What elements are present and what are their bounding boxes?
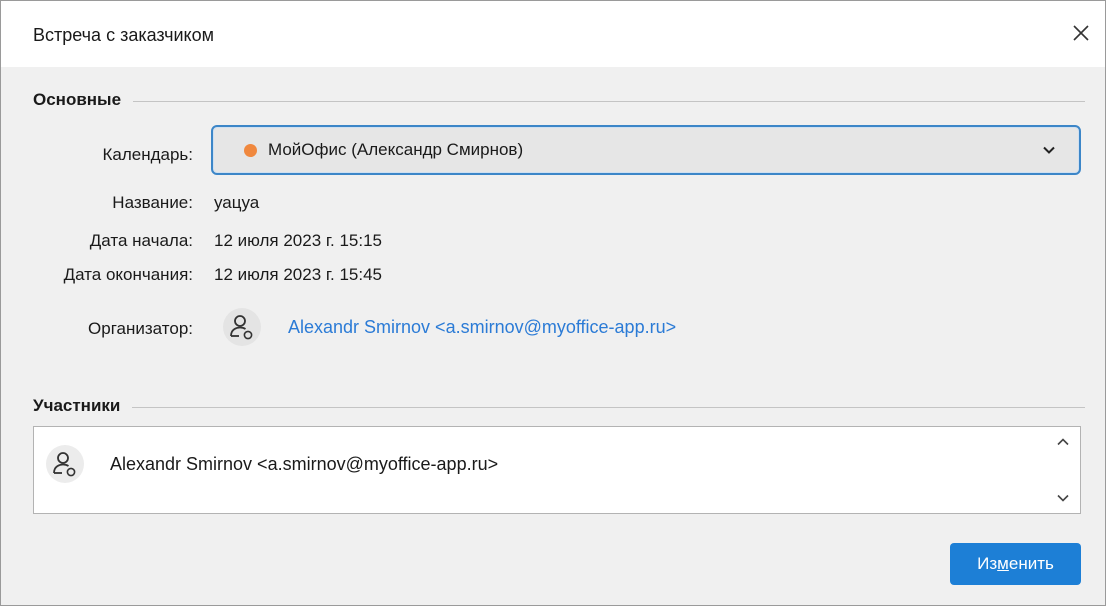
- section-divider: [33, 101, 1085, 102]
- edit-button[interactable]: Изменить: [950, 543, 1081, 585]
- name-label: Название:: [112, 193, 193, 212]
- participant-name: Alexandr Smirnov <a.smirnov@myoffice-app…: [110, 454, 499, 474]
- calendar-select[interactable]: МойОфис (Александр Смирнов): [211, 125, 1081, 175]
- close-button[interactable]: [1063, 15, 1099, 51]
- organizer-label: Организатор:: [88, 319, 193, 338]
- calendar-color-dot: [244, 144, 257, 157]
- chevron-up-icon: [1057, 438, 1069, 446]
- start-date-label: Дата начала:: [89, 231, 193, 250]
- user-settings-icon: [223, 308, 261, 346]
- section-participants-header: Участники: [33, 396, 1085, 420]
- section-divider: [33, 407, 1085, 408]
- section-main-header: Основные: [33, 90, 1085, 114]
- event-dialog: Встреча с заказчиком Основные Календарь:…: [0, 0, 1106, 606]
- chevron-down-icon: [1057, 494, 1069, 502]
- participants-list[interactable]: Alexandr Smirnov <a.smirnov@myoffice-app…: [33, 426, 1081, 514]
- name-value: уацуа: [214, 193, 260, 212]
- edit-button-label: Изменить: [977, 554, 1054, 573]
- scroll-down-button[interactable]: [1054, 489, 1072, 507]
- chevron-down-icon: [1043, 146, 1055, 154]
- user-settings-icon: [46, 445, 84, 483]
- end-date-label: Дата окончания:: [63, 265, 193, 284]
- list-item[interactable]: Alexandr Smirnov <a.smirnov@myoffice-app…: [46, 445, 1040, 485]
- calendar-label: Календарь:: [102, 145, 193, 164]
- dialog-title: Встреча с заказчиком: [33, 25, 214, 45]
- close-icon: [1073, 25, 1089, 41]
- start-date-value: 12 июля 2023 г. 15:15: [214, 231, 383, 250]
- calendar-select-value: МойОфис (Александр Смирнов): [268, 140, 524, 159]
- section-participants-title: Участники: [33, 396, 133, 416]
- title-bar: Встреча с заказчиком: [1, 1, 1105, 67]
- end-date-value: 12 июля 2023 г. 15:45: [214, 265, 383, 284]
- scroll-up-button[interactable]: [1054, 433, 1072, 451]
- section-main-title: Основные: [33, 90, 134, 110]
- organizer-link[interactable]: Alexandr Smirnov <a.smirnov@myoffice-app…: [288, 317, 676, 338]
